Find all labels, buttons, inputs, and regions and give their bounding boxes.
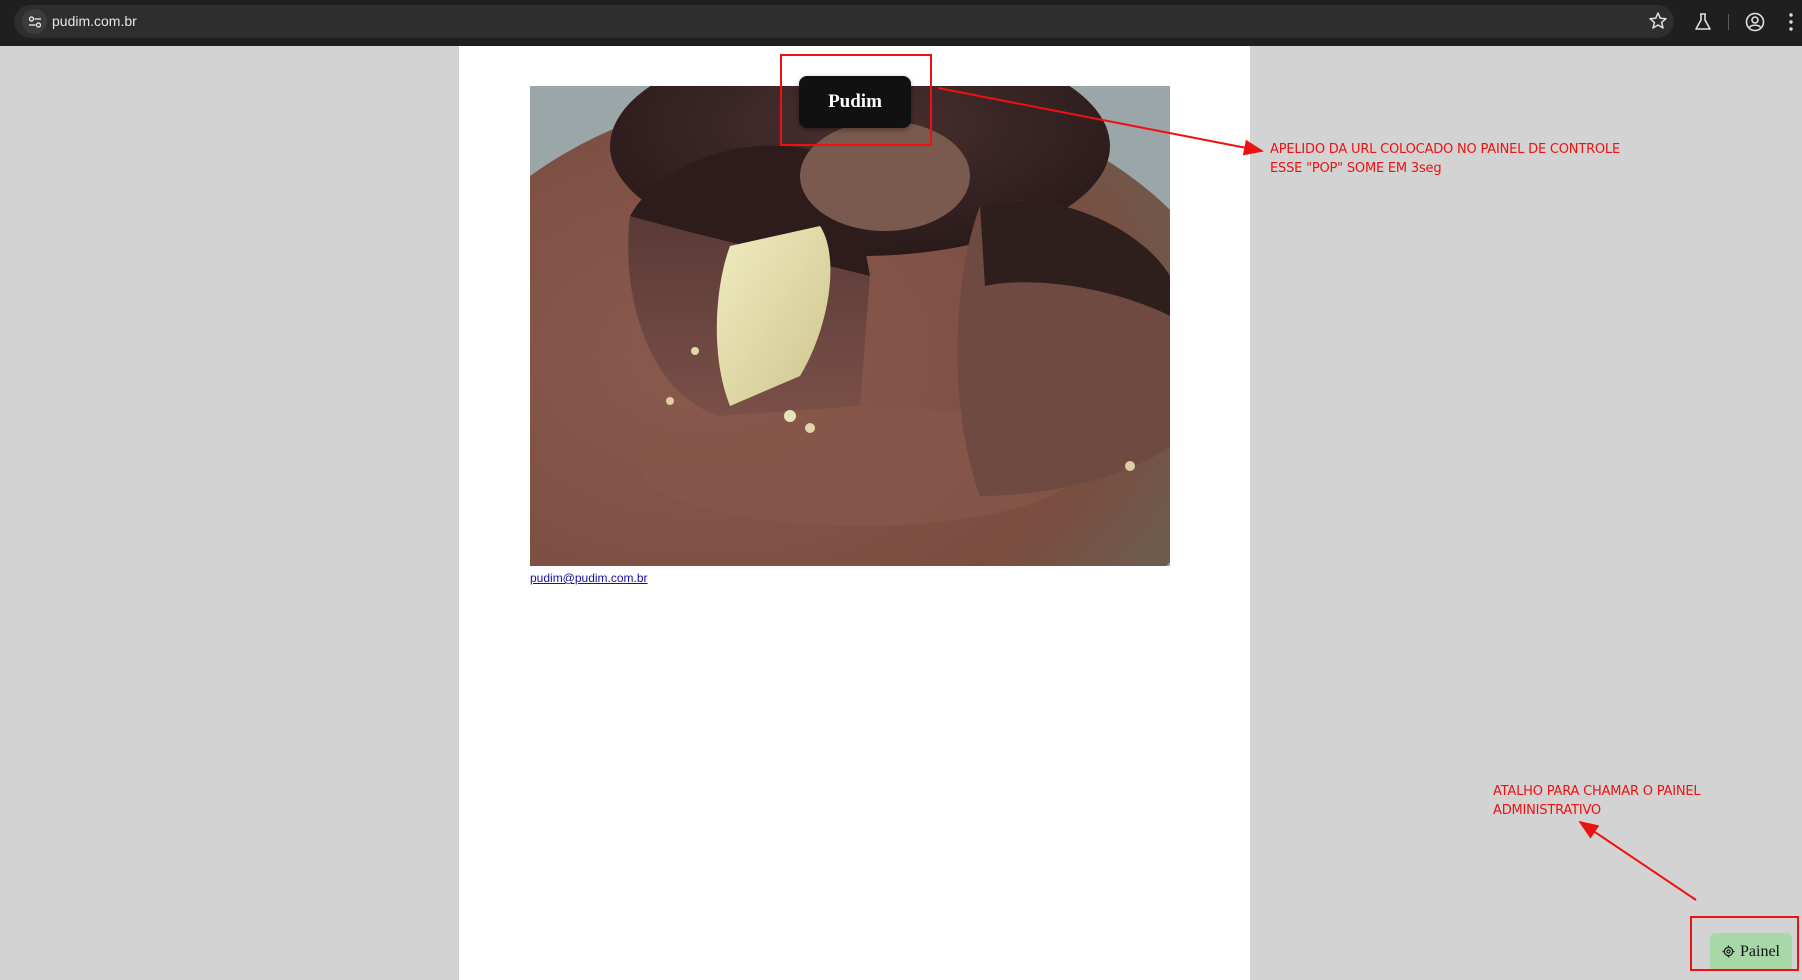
page-content: pudim@pudim.com.br: [459, 46, 1250, 980]
annotation-line: ATALHO PARA CHAMAR O PAINEL: [1493, 784, 1701, 799]
annotation-note-painel: ATALHO PARA CHAMAR O PAINEL ADMINISTRATI…: [1493, 782, 1753, 820]
annotation-box-painel: [1690, 916, 1799, 971]
email-link[interactable]: pudim@pudim.com.br: [530, 571, 648, 585]
annotation-box-toast: [780, 54, 932, 146]
labs-flask-icon[interactable]: [1692, 11, 1714, 33]
browser-toolbar: pudim.com.br: [0, 0, 1802, 46]
annotation-line: ADMINISTRATIVO: [1493, 803, 1601, 818]
bookmark-star-icon[interactable]: [1648, 11, 1668, 31]
toolbar-divider: [1728, 14, 1729, 30]
site-info-icon[interactable]: [22, 9, 47, 34]
annotation-line: APELIDO DA URL COLOCADO NO PAINEL DE CON…: [1270, 142, 1620, 157]
annotation-line: ESSE "POP" SOME EM 3seg: [1270, 161, 1442, 176]
pudim-photo: [530, 86, 1170, 566]
profile-icon[interactable]: [1744, 11, 1766, 33]
url-text[interactable]: pudim.com.br: [52, 13, 137, 29]
annotation-note-toast: APELIDO DA URL COLOCADO NO PAINEL DE CON…: [1270, 140, 1690, 178]
address-bar[interactable]: pudim.com.br: [14, 5, 1674, 38]
kebab-menu-icon[interactable]: [1786, 11, 1796, 33]
arrow-painel: [1578, 820, 1697, 901]
